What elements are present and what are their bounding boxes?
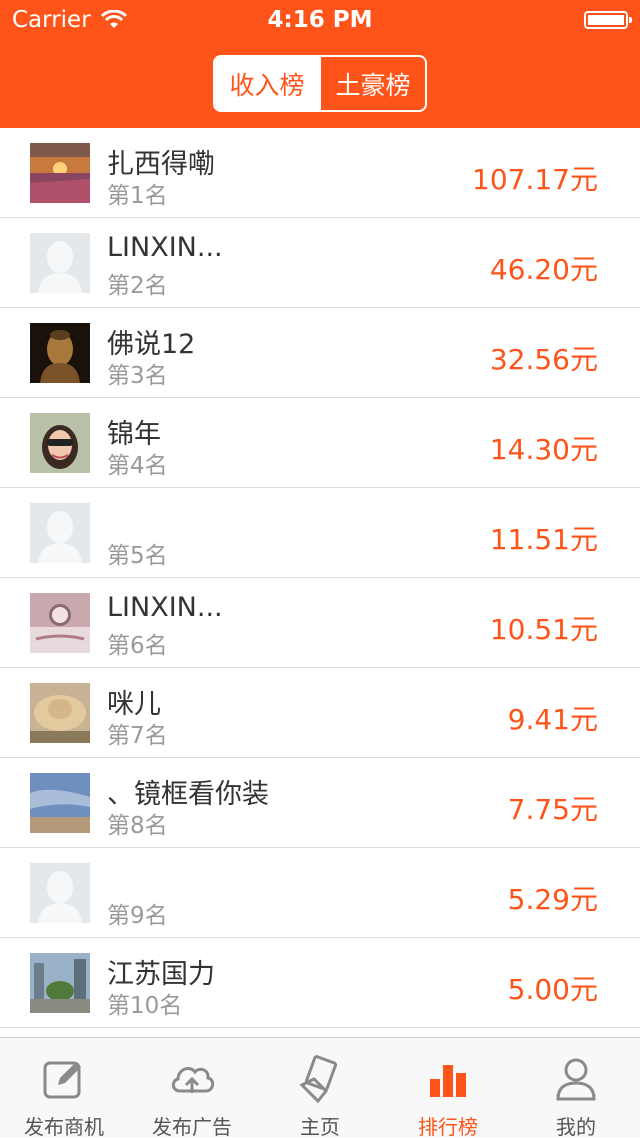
ranking-row[interactable]: 咪儿 第7名 9.41元 [0, 668, 640, 758]
status-time: 4:16 PM [267, 7, 373, 33]
ranking-segmented-control: 收入榜 土豪榜 [213, 55, 427, 112]
user-icon [556, 1058, 596, 1101]
avatar [30, 683, 90, 743]
tab-publish-opportunity[interactable]: 发布商机 [0, 1038, 128, 1139]
income-amount: 10.51元 [489, 613, 598, 646]
income-amount: 46.20元 [489, 253, 598, 286]
rank-label: 第5名 [107, 543, 168, 569]
compose-icon [43, 1061, 81, 1099]
cloud-upload-icon [171, 1067, 215, 1093]
tab-home[interactable]: 主页 [256, 1038, 384, 1139]
bar-chart-icon [430, 1065, 466, 1097]
income-amount: 107.17元 [472, 163, 598, 196]
tab-rich-ranking[interactable]: 土豪榜 [319, 57, 425, 110]
avatar [30, 773, 90, 833]
income-amount: 5.00元 [507, 973, 598, 1006]
default-avatar-icon [30, 233, 90, 293]
watch-photo-icon [30, 593, 90, 653]
city-photo-icon [30, 953, 90, 1013]
tab-mine[interactable]: 我的 [512, 1038, 640, 1139]
ranking-row[interactable]: LINXIN... 第2名 46.20元 [0, 218, 640, 308]
ranking-row[interactable]: 江苏国力 第10名 5.00元 [0, 938, 640, 1028]
income-amount: 5.29元 [507, 883, 598, 916]
portrait-photo-icon [30, 413, 90, 473]
rank-label: 第8名 [107, 813, 168, 839]
user-name: LINXIN... [107, 232, 223, 263]
rank-label: 第7名 [107, 723, 168, 749]
rank-label: 第9名 [107, 903, 168, 929]
avatar [30, 233, 90, 293]
ranking-row[interactable]: LINXIN... 第6名 10.51元 [0, 578, 640, 668]
top-navigation-bar: Carrier 4:16 PM 收入榜 土豪榜 [0, 0, 640, 128]
avatar [30, 863, 90, 923]
rank-label: 第4名 [107, 453, 168, 479]
ranking-row[interactable]: 、镜框看你装 第8名 7.75元 [0, 758, 640, 848]
sky-photo-icon [30, 773, 90, 833]
tab-income-ranking[interactable]: 收入榜 [215, 57, 319, 110]
status-bar: Carrier 4:16 PM [0, 0, 640, 40]
user-name: LINXIN... [107, 592, 223, 623]
avatar [30, 593, 90, 653]
ranking-row[interactable]: 第5名 11.51元 [0, 488, 640, 578]
tab-ranking[interactable]: 排行榜 [384, 1038, 512, 1139]
ranking-list: 扎西得嘞 第1名 107.17元 LINXIN... 第2名 46.20元 佛说… [0, 128, 640, 1028]
rank-label: 第3名 [107, 363, 168, 389]
income-amount: 32.56元 [489, 343, 598, 376]
income-amount: 14.30元 [489, 433, 598, 466]
avatar [30, 413, 90, 473]
rank-label: 第10名 [107, 993, 183, 1019]
bottom-tab-bar: 发布商机 发布广告 主页 排行榜 我的 [0, 1037, 640, 1139]
income-amount: 9.41元 [507, 703, 598, 736]
avatar [30, 503, 90, 563]
rank-label: 第2名 [107, 273, 168, 299]
ranking-row[interactable]: 佛说12 第3名 32.56元 [0, 308, 640, 398]
card-hand-icon [299, 1055, 338, 1103]
rank-label: 第6名 [107, 633, 168, 659]
sunset-photo-icon [30, 143, 90, 203]
default-avatar-icon [30, 503, 90, 563]
ranking-row[interactable]: 第9名 5.29元 [0, 848, 640, 938]
rank-label: 第1名 [107, 183, 168, 209]
tab-publish-ad[interactable]: 发布广告 [128, 1038, 256, 1139]
avatar [30, 323, 90, 383]
hat-photo-icon [30, 683, 90, 743]
avatar [30, 143, 90, 203]
ranking-row[interactable]: 扎西得嘞 第1名 107.17元 [0, 128, 640, 218]
avatar [30, 953, 90, 1013]
default-avatar-icon [30, 863, 90, 923]
ranking-row[interactable]: 锦年 第4名 14.30元 [0, 398, 640, 488]
buddha-photo-icon [30, 323, 90, 383]
income-amount: 11.51元 [489, 523, 598, 556]
income-amount: 7.75元 [507, 793, 598, 826]
battery-icon [584, 11, 632, 29]
